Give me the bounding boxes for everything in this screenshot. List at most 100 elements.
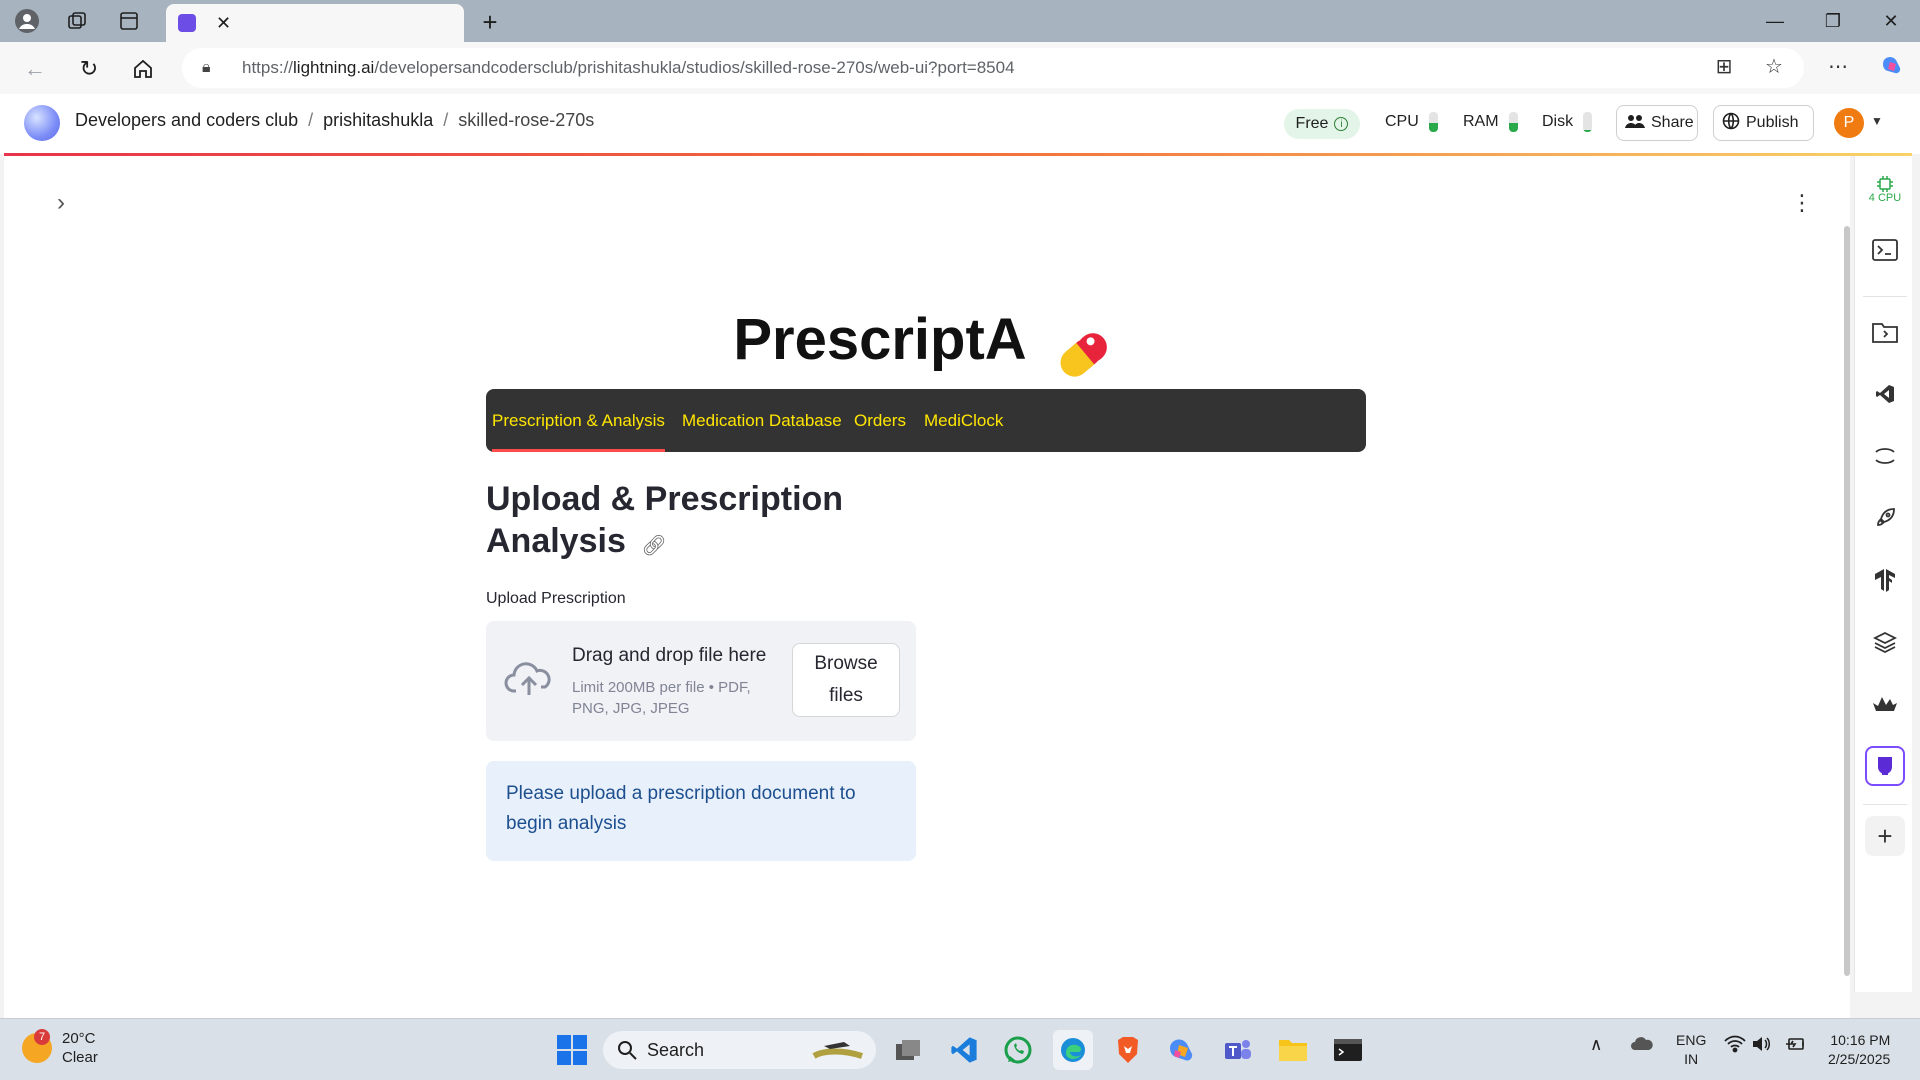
share-button[interactable]: Share — [1616, 105, 1698, 141]
rail-divider — [1863, 296, 1907, 297]
publish-button-label: Publish — [1746, 114, 1799, 131]
app-canvas: › ⋮ PrescriptA Prescription & Analysis M… — [4, 156, 1850, 1018]
browse-files-button[interactable]: Browse files — [792, 643, 900, 717]
favorite-star-icon[interactable]: ☆ — [1758, 50, 1790, 82]
ram-meter-label: RAM — [1463, 113, 1499, 130]
disk-meter-label: Disk — [1542, 113, 1574, 130]
section-heading: Upload & Prescription Analysis 🔗︎ — [486, 478, 926, 567]
profile-icon[interactable] — [10, 6, 44, 36]
system-clock[interactable]: 10:16 PM 2/25/2025 — [1828, 1031, 1890, 1069]
studio-right-rail: 4 CPU + — [1854, 156, 1912, 992]
file-dropzone[interactable]: Drag and drop file here Limit 200MB per … — [486, 621, 916, 741]
language-indicator[interactable]: ENG IN — [1676, 1031, 1706, 1069]
tab-mediclock[interactable]: MediClock — [924, 389, 1003, 452]
plan-badge-label: Free — [1295, 115, 1329, 132]
chevron-down-icon[interactable]: ▼ — [1871, 114, 1883, 128]
volume-icon[interactable] — [1752, 1035, 1772, 1058]
moon-icon: 7 — [22, 1029, 52, 1063]
anchor-link-icon[interactable]: 🔗︎ — [641, 535, 666, 557]
tab-bar: Prescription & Analysis Medication Datab… — [486, 389, 1366, 452]
vscode-icon[interactable] — [1865, 374, 1905, 414]
lightning-logo-icon[interactable] — [24, 105, 60, 141]
clock-time: 10:16 PM — [1830, 1032, 1891, 1048]
globe-icon — [1722, 112, 1740, 135]
cpu-count-label: 4 CPU — [1868, 192, 1902, 204]
breadcrumb-studio[interactable]: skilled-rose-270s — [458, 110, 594, 131]
chevron-up-icon[interactable]: ∧ — [1590, 1035, 1602, 1055]
tab-orders[interactable]: Orders — [854, 389, 906, 452]
terminal-icon[interactable] — [1865, 230, 1905, 270]
home-button[interactable] — [126, 52, 160, 86]
reload-button[interactable]: ↻ — [72, 52, 106, 86]
address-bar[interactable]: 🔒︎ https://lightning.ai/developersandcod… — [182, 48, 1804, 88]
publish-button[interactable]: Publish — [1713, 105, 1814, 141]
teams-icon[interactable] — [1218, 1030, 1258, 1070]
task-view-icon[interactable] — [888, 1030, 928, 1070]
site-info-icon[interactable]: 🔒︎ — [202, 59, 226, 77]
disk-meter[interactable]: Disk — [1542, 112, 1593, 132]
plugin-icon[interactable] — [1865, 746, 1905, 786]
search-icon — [618, 1041, 637, 1060]
cpu-meter[interactable]: CPU — [1385, 112, 1438, 132]
rocket-icon[interactable] — [1865, 498, 1905, 538]
edge-browser-icon[interactable] — [1053, 1030, 1093, 1070]
avatar[interactable]: P — [1834, 108, 1864, 138]
chip-icon[interactable]: 4 CPU — [1865, 170, 1905, 210]
jupyter-icon[interactable] — [1865, 436, 1905, 476]
uploader-label: Upload Prescription — [486, 590, 626, 607]
tab-prescription-analysis[interactable]: Prescription & Analysis — [492, 389, 665, 452]
file-explorer-icon[interactable] — [1273, 1030, 1313, 1070]
folder-icon[interactable] — [1865, 312, 1905, 352]
browser-tab-active[interactable]: skilled-rose-270s ⚡prishitashukla ✕ — [166, 4, 1551, 221]
boat-icon[interactable] — [1865, 684, 1905, 724]
brave-browser-icon[interactable] — [1108, 1030, 1148, 1070]
page-title: PrescriptA — [4, 306, 1850, 377]
taskbar-search[interactable]: Search — [603, 1031, 876, 1069]
search-highlight-icon — [810, 1034, 866, 1067]
layers-icon[interactable] — [1865, 622, 1905, 662]
chevron-right-icon[interactable]: › — [46, 188, 76, 218]
browser-tab-strip: skilled-rose-270s ⚡prishitashukla ✕ + — … — [0, 0, 1920, 221]
copilot-icon[interactable] — [1876, 50, 1908, 82]
breadcrumb: Developers and coders club / prishitashu… — [75, 110, 594, 131]
weather-widget[interactable]: 7 20°C Clear — [22, 1029, 98, 1067]
back-button[interactable]: ← — [18, 52, 52, 86]
weather-badge: 7 — [34, 1029, 50, 1045]
maximize-button[interactable]: ❐ — [1810, 6, 1856, 36]
info-alert: Please upload a prescription document to… — [486, 761, 916, 861]
weather-temp: 20°C — [62, 1030, 96, 1047]
minimize-button[interactable]: — — [1752, 6, 1798, 36]
more-menu-icon[interactable]: ⋯ — [1822, 50, 1854, 82]
plus-icon[interactable]: + — [1865, 816, 1905, 856]
cloud-upload-icon — [504, 659, 554, 699]
close-window-button[interactable]: ✕ — [1868, 6, 1914, 36]
new-tab-button[interactable]: + — [474, 7, 506, 37]
battery-icon[interactable] — [1784, 1035, 1806, 1058]
ram-meter-bar — [1508, 112, 1518, 132]
browser-toolbar: ← ↻ 🔒︎ https://lightning.ai/developersan… — [0, 42, 1920, 94]
terminal-taskbar-icon[interactable] — [1328, 1030, 1368, 1070]
onedrive-icon[interactable] — [1630, 1035, 1654, 1056]
os-taskbar: 7 20°C Clear Search ∧ ENG IN 10:16 PM 2/… — [0, 1018, 1920, 1080]
breadcrumb-separator: / — [443, 110, 449, 130]
close-tab-icon[interactable]: ✕ — [216, 13, 231, 34]
plan-badge[interactable]: Free i — [1284, 109, 1360, 139]
windows-start-icon[interactable] — [552, 1030, 592, 1070]
split-screen-icon[interactable]: ⊞ — [1708, 50, 1740, 82]
ram-meter[interactable]: RAM — [1463, 112, 1518, 132]
whatsapp-icon[interactable] — [998, 1030, 1038, 1070]
workspaces-icon[interactable] — [60, 6, 94, 36]
share-button-label: Share — [1651, 114, 1694, 131]
wifi-icon[interactable] — [1724, 1035, 1746, 1058]
tab-medication-database[interactable]: Medication Database — [682, 389, 842, 452]
drag-drop-text: Drag and drop file here — [572, 645, 767, 666]
breadcrumb-org[interactable]: Developers and coders club — [75, 110, 298, 131]
app-menu-icon[interactable]: ⋮ — [1790, 188, 1814, 218]
copilot-taskbar-icon[interactable] — [1162, 1030, 1202, 1070]
info-icon: i — [1334, 117, 1349, 131]
vscode-taskbar-icon[interactable] — [944, 1030, 984, 1070]
breadcrumb-user[interactable]: prishitashukla — [323, 110, 433, 131]
vertical-tabs-icon[interactable] — [112, 6, 146, 36]
taskbar-search-label: Search — [647, 1039, 705, 1060]
tensorflow-icon[interactable] — [1865, 560, 1905, 600]
